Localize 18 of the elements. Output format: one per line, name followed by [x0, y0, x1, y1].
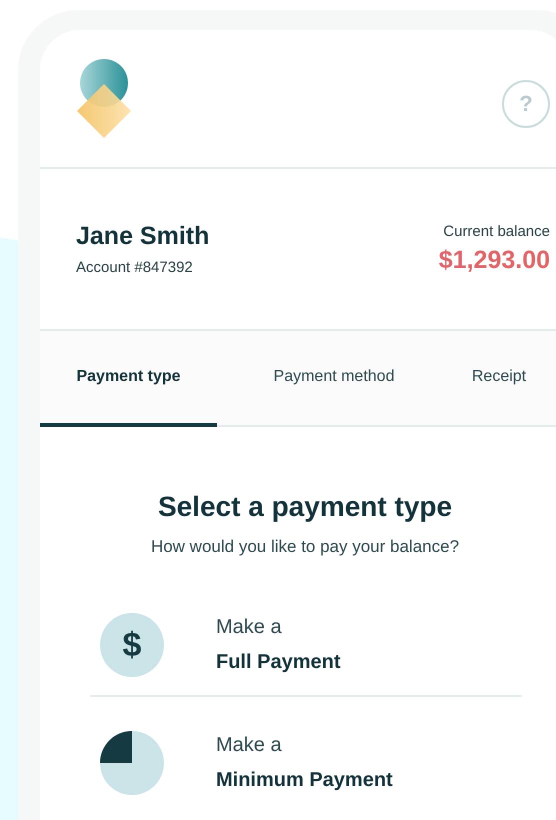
balance-amount: $1,293.00	[438, 246, 550, 275]
tab[interactable]: Payment method	[217, 331, 451, 427]
pie-chart-icon	[100, 731, 164, 795]
page-subheading: How would you like to pay your balance?	[150, 537, 460, 557]
account-name: Jane Smith	[76, 222, 210, 251]
option-prefix: Make a	[216, 734, 283, 757]
tab[interactable]: Receipt	[451, 331, 547, 427]
payment-option[interactable]: $ Make a Full Payment	[90, 595, 522, 695]
option-prefix: Make a	[216, 616, 283, 639]
account-number: Account #847392	[76, 259, 194, 276]
option-title: Full Payment	[216, 651, 340, 674]
logo-icon	[76, 58, 132, 138]
tab[interactable]: Payment type	[40, 331, 217, 427]
dollar-icon: $	[100, 613, 164, 677]
page-heading: Select a payment type	[158, 491, 452, 523]
option-title: Minimum Payment	[216, 769, 393, 792]
balance-label: Current balance	[443, 223, 550, 240]
payment-option[interactable]: Make a Minimum Payment	[90, 695, 522, 819]
